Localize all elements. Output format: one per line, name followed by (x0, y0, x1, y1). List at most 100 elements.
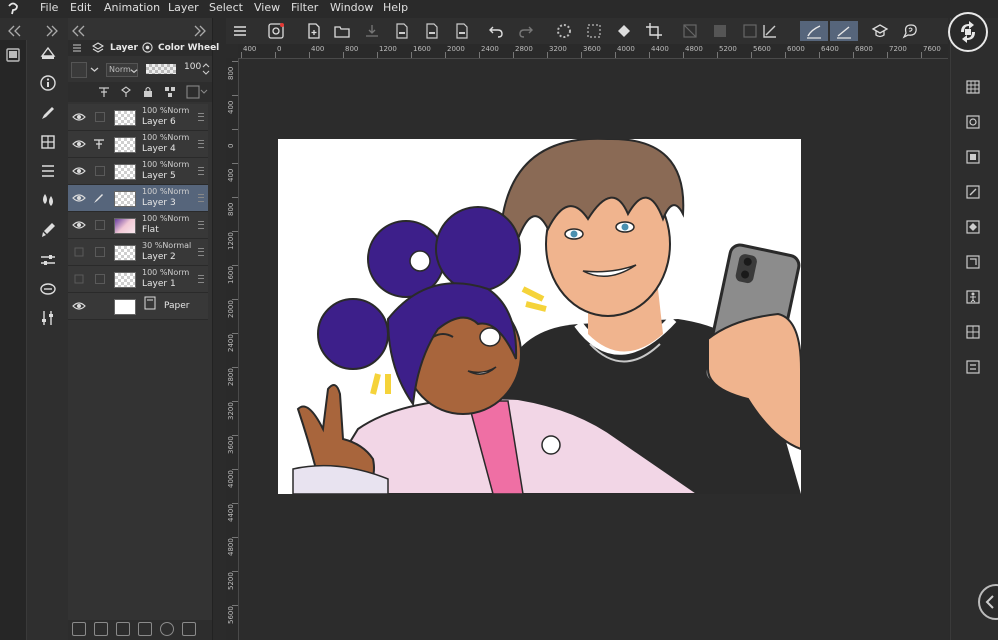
canvas-area[interactable] (239, 59, 949, 640)
snap-grid-icon[interactable] (830, 21, 858, 41)
layer-row[interactable]: 100 %Norm Layer 1 (68, 266, 208, 293)
eye-icon[interactable] (72, 300, 86, 312)
layer-checkbox[interactable] (95, 220, 105, 230)
opacity-value[interactable]: 100 (184, 62, 201, 72)
menu-file[interactable]: File (40, 1, 58, 14)
copy-layer-icon[interactable] (116, 622, 130, 636)
snap-special-ruler-icon[interactable] (800, 21, 828, 41)
menu-window[interactable]: Window (330, 1, 373, 14)
canvas-artwork[interactable] (278, 139, 801, 494)
sliders-icon[interactable] (37, 249, 59, 271)
material-list-icon[interactable] (37, 160, 59, 182)
hamburger-menu-icon[interactable] (230, 21, 250, 41)
layer-property-icon[interactable] (962, 146, 984, 168)
delete-layer-icon[interactable] (182, 622, 196, 636)
grid-icon[interactable] (962, 76, 984, 98)
new-folder-icon[interactable] (94, 622, 108, 636)
drag-handle-icon[interactable] (198, 248, 204, 256)
export-png-icon[interactable] (422, 21, 442, 41)
layer-color-box[interactable] (71, 62, 87, 78)
layer-checkbox[interactable] (95, 247, 105, 257)
fill-bucket-icon[interactable] (614, 21, 634, 41)
chevron-down-icon[interactable] (90, 65, 99, 74)
cloud-sync-button[interactable] (948, 12, 988, 52)
select-all-icon[interactable] (740, 21, 760, 41)
drag-handle-icon[interactable] (198, 194, 204, 202)
clip-icon[interactable] (120, 86, 132, 98)
menu-select[interactable]: Select (209, 1, 243, 14)
menu-layer[interactable]: Layer (168, 1, 199, 14)
crop-icon[interactable] (644, 21, 664, 41)
layer-checkbox[interactable] (95, 112, 105, 122)
help-icon[interactable] (900, 21, 920, 41)
app-logo-icon[interactable] (6, 2, 20, 16)
companion-icon[interactable] (266, 21, 286, 41)
mask-icon[interactable] (186, 85, 208, 99)
tab-layer[interactable]: Layer (110, 43, 138, 53)
drag-handle-icon[interactable] (198, 221, 204, 229)
loading-icon[interactable] (554, 21, 574, 41)
open-folder-icon[interactable] (332, 21, 352, 41)
drag-handle-icon[interactable] (198, 140, 204, 148)
sub-tool-icon[interactable] (2, 44, 24, 66)
image-import-icon[interactable] (962, 111, 984, 133)
drag-handle-icon[interactable] (198, 167, 204, 175)
material-icon[interactable] (962, 216, 984, 238)
ruler-vertical[interactable]: 800 400 0 400 800 1200 1600 2000 2400 2800 3200 360… (226, 58, 239, 640)
panel-collapse-icon[interactable] (68, 20, 90, 42)
layer-row[interactable]: 100 %Norm Layer 5 (68, 158, 208, 185)
export-jpg-icon[interactable] (392, 21, 412, 41)
transparency-lock-icon[interactable] (164, 86, 176, 98)
eye-hidden-icon[interactable] (72, 273, 86, 285)
eye-hidden-icon[interactable] (72, 246, 86, 258)
eye-icon[interactable] (72, 165, 86, 177)
learn-icon[interactable] (870, 21, 890, 41)
blend-chevron-icon[interactable] (130, 67, 138, 75)
eye-icon[interactable] (72, 111, 86, 123)
eye-icon[interactable] (72, 219, 86, 231)
fill-drops-icon[interactable] (37, 189, 59, 211)
menu-edit[interactable]: Edit (70, 1, 91, 14)
layer-row[interactable]: 100 %Norm Layer 4 (68, 131, 208, 158)
collapse-left-icon[interactable] (4, 20, 26, 42)
undo-icon[interactable] (486, 21, 506, 41)
eye-icon[interactable] (72, 192, 86, 204)
opacity-stepper-icon[interactable] (202, 63, 210, 75)
decoration-tool-icon[interactable] (37, 131, 59, 153)
frame-icon[interactable] (962, 321, 984, 343)
brush-tool-icon[interactable] (37, 219, 59, 241)
deselect-icon[interactable] (680, 21, 700, 41)
drag-handle-icon[interactable] (198, 275, 204, 283)
lock-icon[interactable] (142, 86, 154, 98)
layer-checkbox[interactable] (95, 274, 105, 284)
layer-row[interactable]: 100 %Norm Layer 3 (68, 185, 208, 212)
layer-checkbox[interactable] (95, 166, 105, 176)
ruler-horizontal[interactable]: 400 0 400 800 1200 1600 2000 2400 2800 3200 3600 40… (238, 44, 948, 59)
info-icon[interactable] (37, 72, 59, 94)
eye-icon[interactable] (72, 138, 86, 150)
new-file-icon[interactable] (304, 21, 324, 41)
expand-tools-icon[interactable] (40, 20, 62, 42)
layer-mask-icon[interactable] (160, 622, 174, 636)
redo-icon[interactable] (516, 21, 536, 41)
pen-tool-icon[interactable] (37, 102, 59, 124)
invert-selection-icon[interactable] (710, 21, 730, 41)
save-icon[interactable] (362, 21, 382, 41)
panel-menu-icon[interactable] (72, 43, 82, 53)
drag-handle-icon[interactable] (198, 113, 204, 121)
reference-layer-icon[interactable] (98, 86, 110, 98)
export-psd-icon[interactable] (452, 21, 472, 41)
merge-down-icon[interactable] (138, 622, 152, 636)
list-settings-icon[interactable] (962, 356, 984, 378)
menu-view[interactable]: View (254, 1, 280, 14)
pose-figure-icon[interactable] (962, 286, 984, 308)
edit-icon[interactable] (962, 181, 984, 203)
view-tool-icon[interactable] (37, 42, 59, 64)
layer-row[interactable]: 30 %Normal Layer 2 (68, 239, 208, 266)
3d-model-icon[interactable] (962, 251, 984, 273)
tab-color-wheel[interactable]: Color Wheel (158, 43, 219, 53)
menu-help[interactable]: Help (383, 1, 408, 14)
layer-row[interactable]: 100 %Norm Layer 6 (68, 104, 208, 131)
adjust-icon[interactable] (37, 307, 59, 329)
layer-row[interactable]: 100 %Norm Flat (68, 212, 208, 239)
